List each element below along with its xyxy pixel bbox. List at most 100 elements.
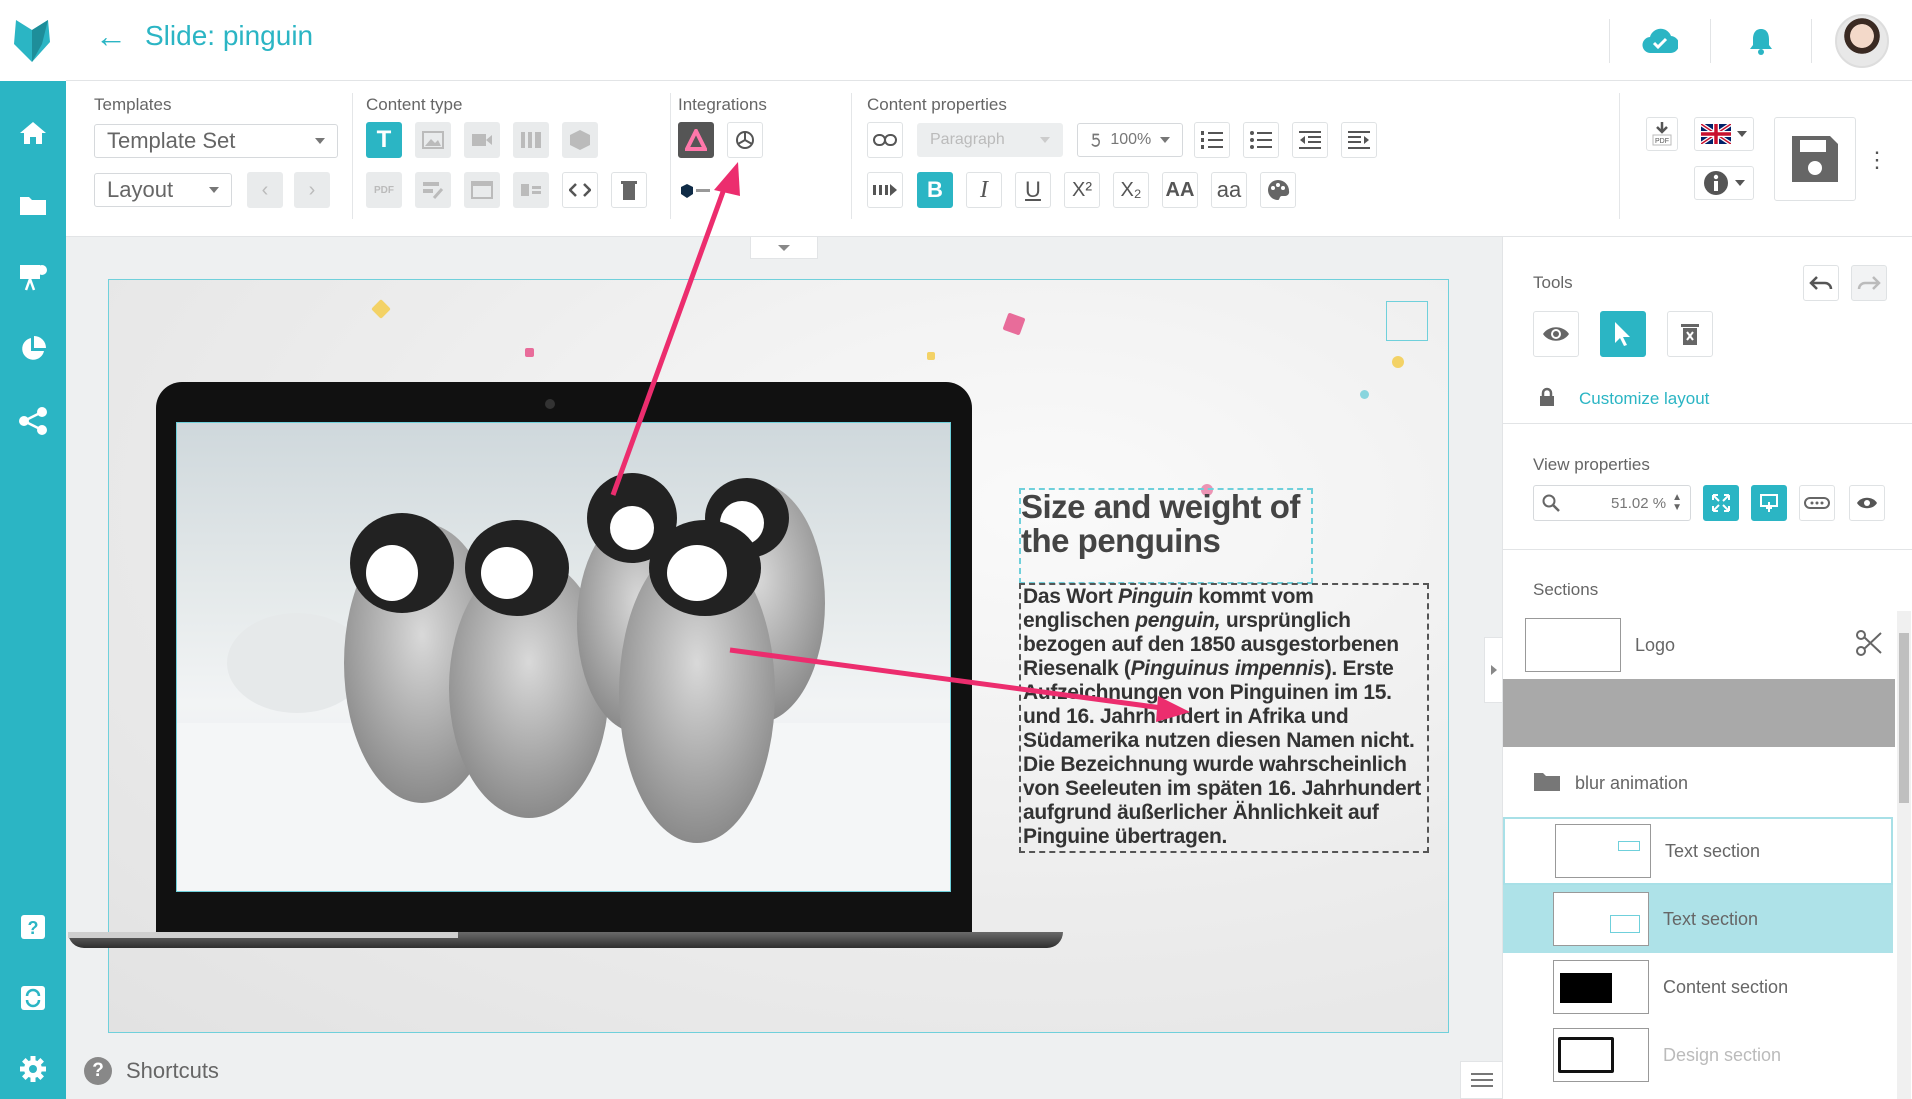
card-type-button[interactable]	[513, 172, 549, 208]
select-tool-button[interactable]	[1600, 311, 1646, 357]
slide-body-text[interactable]: Das Wort Pinguin kommt vom englischen pe…	[1019, 583, 1429, 853]
delete-tool-button[interactable]	[1667, 311, 1713, 357]
redo-button[interactable]	[1851, 265, 1887, 301]
template-set-select[interactable]: Template Set	[94, 124, 338, 158]
user-avatar[interactable]	[1812, 13, 1912, 68]
undo-button[interactable]	[1803, 265, 1839, 301]
content-toolbar: Templates Template Set Layout ‹ › Conten…	[66, 81, 1912, 237]
section-item-design[interactable]: Design section	[1503, 1021, 1893, 1089]
sections-scrollbar[interactable]	[1897, 611, 1911, 1099]
confetti-decoration	[1002, 312, 1026, 336]
palette-icon[interactable]	[1260, 172, 1296, 208]
shortcuts-link[interactable]: ? Shortcuts	[84, 1057, 219, 1085]
font-size-value: 100%	[1110, 131, 1152, 148]
save-button[interactable]	[1774, 117, 1856, 201]
presentation-icon[interactable]	[0, 249, 66, 305]
code-type-button[interactable]	[562, 172, 598, 208]
section-label: Text section	[1663, 908, 1759, 929]
pie-chart-icon[interactable]	[0, 321, 66, 377]
more-options-icon[interactable]: ⋮	[1866, 147, 1888, 173]
pdf-type-button[interactable]: PDF	[366, 172, 402, 208]
chevron-down-icon	[1040, 137, 1050, 143]
video-type-button[interactable]	[464, 122, 500, 158]
sync-icon[interactable]	[0, 970, 66, 1026]
body-text-italic: Pinguin	[1117, 585, 1193, 608]
zoom-field[interactable]: 51.02 % ▲ ▼	[1533, 485, 1691, 521]
share-icon[interactable]	[0, 393, 66, 449]
image-type-button[interactable]	[415, 122, 451, 158]
gallery-type-button[interactable]	[513, 122, 549, 158]
slide-frame-placeholder[interactable]	[1386, 301, 1428, 341]
content-type-label: Content type	[366, 95, 463, 114]
bell-icon[interactable]	[1711, 27, 1811, 55]
outdent-button[interactable]	[1292, 122, 1328, 158]
folder-icon	[1533, 770, 1561, 797]
section-thumbnail	[1553, 960, 1649, 1014]
openai-icon[interactable]	[727, 122, 763, 158]
paragraph-style-select[interactable]: Paragraph	[917, 123, 1063, 157]
italic-button[interactable]: I	[966, 172, 1002, 208]
section-item-text-1[interactable]: Text section	[1503, 817, 1893, 885]
prev-layout-button[interactable]: ‹	[247, 172, 283, 208]
slide-heading[interactable]: Size and weight of the penguins	[1019, 488, 1313, 584]
language-select[interactable]	[1694, 117, 1754, 151]
view-properties-label: View properties	[1533, 455, 1650, 474]
chevron-down-icon	[209, 187, 219, 193]
layout-select[interactable]: Layout	[94, 173, 232, 207]
back-arrow-icon[interactable]: ←	[95, 20, 127, 52]
info-select[interactable]	[1694, 166, 1754, 200]
more-view-button[interactable]	[1799, 485, 1835, 521]
visibility-button[interactable]	[1849, 485, 1885, 521]
bold-button[interactable]: B	[917, 172, 953, 208]
frame-type-button[interactable]	[464, 172, 500, 208]
templates-label: Templates	[94, 95, 172, 114]
preview-button[interactable]	[1533, 311, 1579, 357]
section-item-text-2[interactable]: Text section	[1503, 885, 1893, 953]
text-type-button[interactable]: T	[366, 122, 402, 158]
deepl-icon[interactable]	[680, 183, 714, 204]
adobe-express-icon[interactable]	[678, 122, 714, 158]
form-type-button[interactable]	[415, 172, 451, 208]
3d-object-type-button[interactable]	[562, 122, 598, 158]
home-icon[interactable]	[0, 105, 66, 161]
app-logo[interactable]	[0, 0, 66, 81]
link-button[interactable]	[867, 122, 903, 158]
ordered-list-button[interactable]	[1194, 122, 1230, 158]
menu-lines-icon[interactable]	[1460, 1061, 1504, 1099]
delete-content-button[interactable]	[611, 172, 647, 208]
text-animation-button[interactable]	[867, 172, 903, 208]
fit-screen-button[interactable]	[1703, 485, 1739, 521]
customize-layout-link[interactable]: Customize layout	[1579, 389, 1709, 409]
pdf-download-icon[interactable]: PDF	[1646, 117, 1678, 151]
help-icon[interactable]: ?	[0, 899, 66, 955]
subscript-button[interactable]: X₂	[1113, 172, 1149, 208]
underline-button[interactable]: U	[1015, 172, 1051, 208]
font-size-select[interactable]: 𝟻 100%	[1077, 123, 1183, 157]
bullet-list-button[interactable]	[1243, 122, 1279, 158]
avatar[interactable]	[1835, 13, 1889, 68]
section-item-logo[interactable]: Logo	[1503, 611, 1893, 679]
confetti-decoration	[1392, 356, 1404, 368]
eye-icon	[1857, 497, 1877, 509]
folder-icon[interactable]	[0, 177, 66, 233]
section-label: Content section	[1663, 976, 1789, 997]
penguin-image[interactable]	[176, 422, 951, 892]
scissors-icon[interactable]	[1855, 629, 1883, 662]
indent-button[interactable]	[1341, 122, 1377, 158]
text-case-button[interactable]: aa	[1211, 172, 1247, 208]
gear-icon[interactable]	[0, 1041, 66, 1097]
confetti-decoration	[371, 299, 391, 319]
zoom-value: 51.02 %	[1611, 494, 1667, 512]
superscript-button[interactable]: X²	[1064, 172, 1100, 208]
stepper-icon[interactable]: ▲ ▼	[1672, 493, 1682, 513]
font-family-button[interactable]: AA	[1162, 172, 1198, 208]
section-group-blur-animation[interactable]: blur animation	[1503, 749, 1893, 817]
chevron-down-icon	[1159, 137, 1170, 143]
section-label: Logo	[1635, 634, 1676, 655]
touch-mode-button[interactable]	[1751, 485, 1787, 521]
panel-collapse-toggle[interactable]	[1484, 637, 1504, 703]
toolbar-collapse-toggle[interactable]	[750, 237, 818, 259]
section-item-content[interactable]: Content section	[1503, 953, 1893, 1021]
cloud-sync-icon[interactable]	[1610, 28, 1710, 54]
next-layout-button[interactable]: ›	[294, 172, 330, 208]
